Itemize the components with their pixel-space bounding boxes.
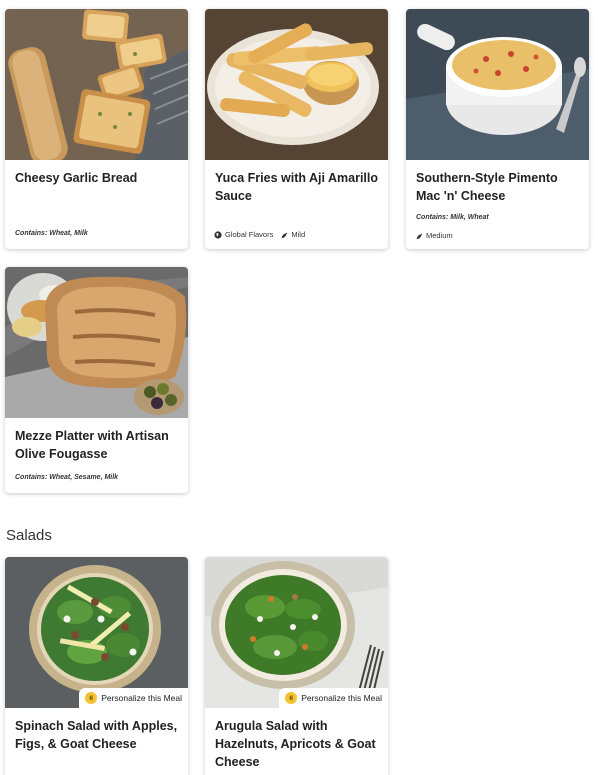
tag-label: Global Flavors: [225, 230, 274, 239]
tag-global-flavors: Global Flavors: [214, 230, 273, 239]
meal-title: Arugula Salad with Hazelnuts, Apricots &…: [215, 719, 376, 769]
garlic-bread-image: [5, 9, 188, 160]
allergen-info: Contains: Milk, Wheat: [416, 214, 489, 221]
meal-card[interactable]: Yuca Fries with Aji Amarillo Sauce Globa…: [205, 9, 388, 249]
meal-title: Yuca Fries with Aji Amarillo Sauce: [215, 171, 379, 203]
globe-icon: [214, 230, 222, 239]
meal-title: Cheesy Garlic Bread: [15, 171, 138, 185]
meal-card[interactable]: 6 Personalize this Meal Arugula Salad wi…: [205, 557, 388, 775]
tag-label: Medium: [426, 231, 453, 240]
meal-image: [205, 9, 388, 160]
personalize-label: Personalize this Meal: [301, 693, 382, 703]
meal-tags: Global Flavors Mild: [214, 230, 380, 239]
meal-card[interactable]: Mezze Platter with Artisan Olive Fougass…: [5, 267, 188, 493]
arugula-salad-image: [205, 557, 388, 708]
meal-image: [5, 9, 188, 160]
meal-card[interactable]: Cheesy Garlic Bread Contains: Wheat, Mil…: [5, 9, 188, 249]
mac-and-cheese-image: [406, 9, 589, 160]
personalize-label: Personalize this Meal: [101, 693, 182, 703]
personalize-count-icon: 6: [85, 692, 98, 704]
section-heading-salads: Salads: [6, 527, 52, 544]
yuca-fries-image: [205, 9, 388, 160]
meal-card[interactable]: 6 Personalize this Meal Spinach Salad wi…: [5, 557, 188, 775]
meal-image: 6 Personalize this Meal: [5, 557, 188, 708]
allergen-info: Contains: Wheat, Milk: [15, 230, 88, 237]
meal-image: [406, 9, 589, 160]
pepper-icon: [280, 231, 288, 239]
personalize-meal-badge[interactable]: 6 Personalize this Meal: [279, 688, 388, 708]
meal-title: Spinach Salad with Apples, Figs, & Goat …: [15, 719, 178, 751]
mezze-platter-image: [5, 267, 188, 418]
tag-spice-level: Medium: [415, 231, 453, 240]
personalize-meal-badge[interactable]: 6 Personalize this Meal: [79, 688, 188, 708]
personalize-count-icon: 6: [285, 692, 298, 704]
tag-label: Mild: [291, 230, 306, 239]
meal-card[interactable]: Southern-Style Pimento Mac 'n' Cheese Co…: [406, 9, 589, 249]
meal-tags: Medium: [415, 231, 581, 240]
meal-title: Southern-Style Pimento Mac 'n' Cheese: [416, 171, 558, 203]
meal-image: [5, 267, 188, 418]
meal-title: Mezze Platter with Artisan Olive Fougass…: [15, 429, 169, 461]
allergen-info: Contains: Wheat, Sesame, Milk: [15, 474, 119, 481]
pepper-icon: [415, 232, 423, 240]
spinach-salad-image: [5, 557, 188, 708]
tag-spice-level: Mild: [280, 230, 305, 239]
meal-image: 6 Personalize this Meal: [205, 557, 388, 708]
